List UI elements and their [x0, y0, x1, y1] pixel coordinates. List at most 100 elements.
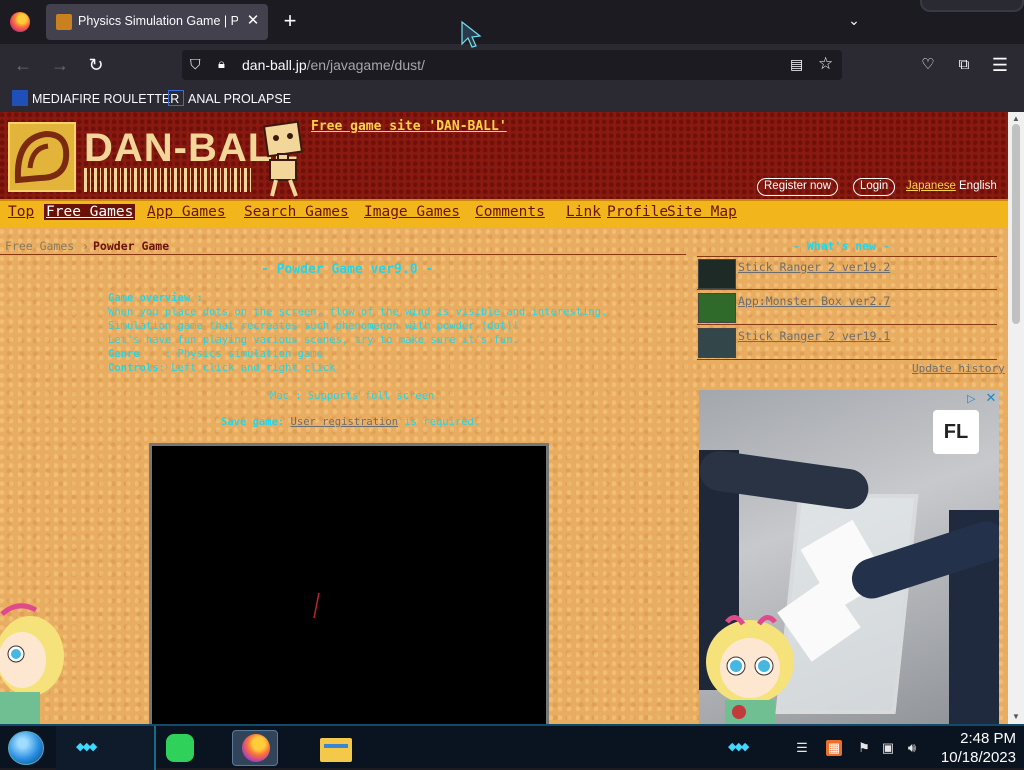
- show-desktop-stack-icon[interactable]: ☰: [794, 740, 810, 756]
- robot-mascot-icon: [262, 120, 304, 197]
- tab-title: Physics Simulation Game | Powder Game: [78, 14, 238, 28]
- game-overview-label: Game overview :: [108, 292, 203, 304]
- powder-game-canvas[interactable]: [149, 443, 549, 724]
- window-frame-decoration: [920, 0, 1024, 12]
- breadcrumb-powder-game: Powder Game: [93, 239, 170, 253]
- reload-icon[interactable]: ↻: [83, 52, 109, 78]
- bookmark-second[interactable]: ANAL PROLAPSE: [168, 90, 291, 108]
- nav-search-games[interactable]: Search Games: [244, 204, 349, 220]
- cartoon-character-sticker-right: [706, 615, 794, 724]
- page-scrollbar[interactable]: ▲ ▼: [1008, 112, 1024, 724]
- genre-label: Genre: [108, 348, 140, 360]
- english-language-label: English: [959, 180, 997, 192]
- firefox-menu-icon[interactable]: [10, 12, 30, 32]
- web-page: DAN-BALL Free game site 'DAN-BALL' Regis…: [0, 112, 1008, 724]
- site-header: DAN-BALL Free game site 'DAN-BALL' Regis…: [0, 112, 1008, 199]
- site-nav-bar: Top Free Games App Games Search Games Im…: [0, 199, 1008, 227]
- extensions-icon[interactable]: ⧉: [951, 52, 977, 78]
- overview-line: When you place dots on the screen, flow …: [108, 306, 608, 318]
- network-icon[interactable]: ▣: [880, 740, 896, 756]
- save-game-note: Save game: User registration is required…: [221, 416, 480, 428]
- url-path: /en/javagame/dust/: [306, 57, 425, 73]
- login-button[interactable]: Login: [853, 178, 896, 196]
- pocket-icon[interactable]: ♡: [915, 52, 941, 78]
- news-link[interactable]: App:Monster Box ver2.7: [738, 294, 890, 308]
- taskbar-app-firefox-icon[interactable]: [232, 730, 278, 766]
- sigma-favicon-icon: [168, 90, 184, 106]
- tab-bar: Physics Simulation Game | Powder Game ✕ …: [0, 0, 1024, 44]
- breadcrumb-divider: [0, 254, 686, 255]
- mouse-cursor-icon: [461, 20, 482, 48]
- breadcrumb-free-games[interactable]: Free Games: [5, 239, 74, 253]
- user-registration-link[interactable]: User registration: [291, 416, 398, 428]
- bookmark-label: MEDIAFIRE ROULETTER: [32, 92, 180, 106]
- reader-view-icon[interactable]: ▤: [790, 56, 808, 74]
- news-link[interactable]: Stick Ranger 2 ver19.2: [738, 260, 890, 274]
- stick-ranger-thumbnail-icon: [698, 259, 736, 289]
- ad-brand-logo: FL: [933, 410, 979, 454]
- app-menu-hamburger-icon[interactable]: ☰: [987, 52, 1013, 78]
- bookmark-mediafire-rouletter[interactable]: MEDIAFIRE ROULETTER: [12, 90, 179, 108]
- new-tab-button[interactable]: +: [280, 9, 300, 33]
- logo-barcode-decoration: [84, 168, 254, 192]
- controls-row: Controls: Left click and right click: [108, 362, 336, 374]
- url-bar[interactable]: ⛉ 🔒︎ dan-ball.jp/en/javagame/dust/ ▤ ☆: [182, 50, 842, 80]
- nav-app-games[interactable]: App Games: [147, 204, 226, 220]
- register-now-button[interactable]: Register now: [757, 178, 839, 196]
- list-all-tabs-chevron-icon[interactable]: ⌄: [844, 12, 864, 32]
- tab-close-icon[interactable]: ✕: [244, 11, 262, 31]
- nav-comments[interactable]: Comments: [475, 204, 545, 220]
- url-text[interactable]: dan-ball.jp/en/javagame/dust/: [242, 57, 425, 73]
- tray-app-icon[interactable]: ▦: [826, 740, 842, 756]
- taskbar: ◆◆◆ ◆◆◆ ☰ ▦ ⚑ ▣ 🔊︎ 2:48 PM 10/18/2023: [0, 724, 1024, 770]
- free-game-site-link[interactable]: Free game site 'DAN-BALL': [311, 119, 507, 134]
- nav-top[interactable]: Top: [8, 204, 34, 220]
- ad-close-icon[interactable]: ✕: [983, 390, 999, 406]
- nav-link[interactable]: Link: [566, 204, 601, 220]
- japanese-language-link[interactable]: Japanese: [906, 180, 956, 192]
- bookmark-star-icon[interactable]: ☆: [818, 54, 836, 74]
- start-button[interactable]: [8, 731, 44, 765]
- tab-active[interactable]: Physics Simulation Game | Powder Game ✕: [46, 4, 268, 40]
- forward-arrow-icon[interactable]: →: [47, 52, 73, 78]
- scroll-up-arrow-icon[interactable]: ▲: [1011, 114, 1021, 123]
- overview-line: Let's have fun playing various scenes, t…: [108, 334, 519, 346]
- taskbar-app-file-explorer-icon[interactable]: [312, 730, 358, 766]
- stick-ranger-thumbnail-icon: [698, 328, 736, 358]
- action-center-flag-icon[interactable]: ⚑: [856, 740, 872, 756]
- canvas-content: [313, 592, 320, 619]
- adchoices-icon[interactable]: ▷: [967, 392, 981, 406]
- save-game-label: Save game:: [221, 416, 285, 428]
- volume-icon[interactable]: 🔊︎: [904, 740, 920, 756]
- taskbar-decor-chevrons-icon: ◆◆◆: [76, 741, 97, 753]
- dan-ball-favicon-icon: [56, 14, 72, 30]
- news-item[interactable]: Stick Ranger 2 ver19.1: [697, 326, 997, 360]
- nav-free-games[interactable]: Free Games: [44, 204, 136, 220]
- news-link[interactable]: Stick Ranger 2 ver19.1: [738, 329, 890, 343]
- clock-time[interactable]: 2:48 PM: [932, 730, 1016, 747]
- monster-box-thumbnail-icon: [698, 293, 736, 323]
- game-title: - Powder Game ver9.0 -: [261, 262, 434, 277]
- genre-value: : Physics simulation game: [164, 348, 323, 360]
- nav-site-map[interactable]: Site Map: [667, 204, 737, 220]
- fullscreen-note: Mac : Supports full screen.: [270, 390, 441, 402]
- update-history-link[interactable]: Update history: [912, 362, 1005, 375]
- scroll-down-arrow-icon[interactable]: ▼: [1011, 712, 1021, 721]
- clock-date[interactable]: 10/18/2023: [932, 749, 1016, 766]
- scrollbar-thumb[interactable]: [1012, 124, 1020, 324]
- taskbar-decoration: [56, 726, 156, 770]
- back-arrow-icon[interactable]: ←: [10, 52, 36, 78]
- news-item[interactable]: Stick Ranger 2 ver19.2: [697, 256, 997, 290]
- news-item[interactable]: App:Monster Box ver2.7: [697, 291, 997, 325]
- overview-line: Simulation game that recreates such phen…: [108, 320, 519, 332]
- taskbar-app-notes-icon[interactable]: [158, 730, 204, 766]
- site-info-lock-icon[interactable]: 🔒︎: [218, 56, 234, 74]
- taskbar-decor-chevrons-icon: ◆◆◆: [728, 741, 749, 753]
- tracking-shield-icon[interactable]: ⛉: [190, 56, 206, 74]
- dan-ball-logo-emblem[interactable]: [8, 122, 76, 192]
- mediafire-favicon-icon: [12, 90, 28, 106]
- nav-image-games[interactable]: Image Games: [364, 204, 460, 220]
- nav-profile[interactable]: Profile: [607, 204, 668, 220]
- url-host: dan-ball.jp: [242, 57, 307, 73]
- navigation-toolbar: ← → ↻ ⛉ 🔒︎ dan-ball.jp/en/javagame/dust/…: [0, 44, 1024, 86]
